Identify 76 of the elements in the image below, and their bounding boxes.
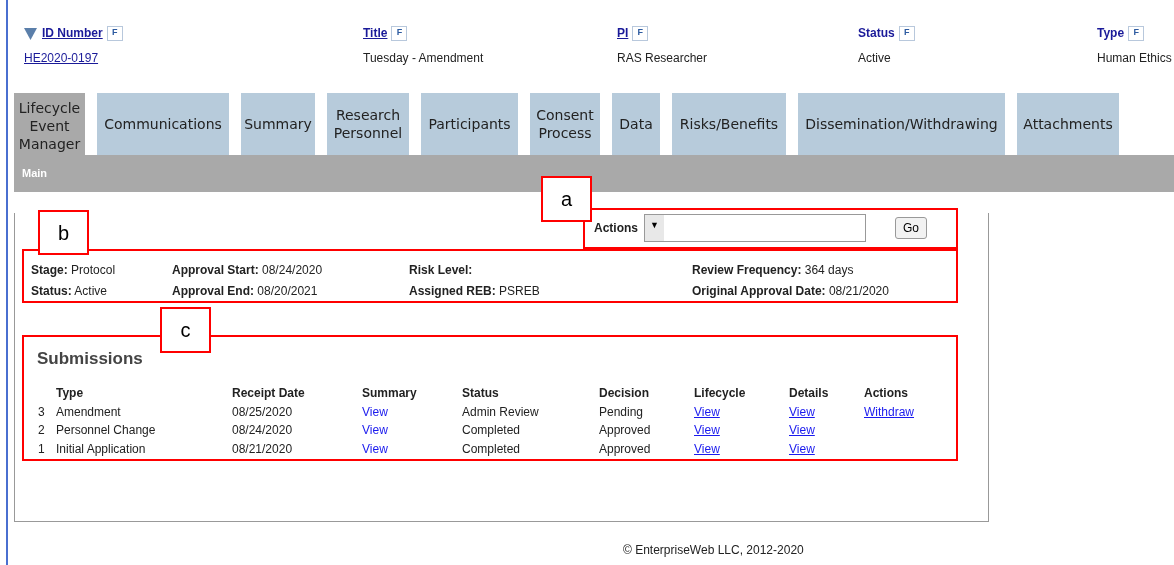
caret-icon: ▼: [645, 215, 664, 241]
column-label: Status: [858, 25, 895, 42]
detail-text: Stage: Protocol: [31, 262, 116, 279]
detail-text: Risk Level:: [409, 262, 473, 279]
detail-text: Approval Start: 08/24/2020: [172, 262, 323, 279]
filter-icon[interactable]: F: [391, 25, 408, 41]
table-cell: Personnel Change: [56, 423, 156, 438]
tab[interactable]: Risks/Benefits: [672, 93, 786, 155]
callout-label: a: [541, 176, 592, 222]
link[interactable]: Withdraw: [864, 404, 914, 419]
table-cell: Admin Review: [462, 404, 539, 419]
actions-dropdown[interactable]: ▼: [644, 214, 866, 242]
field-value: Active: [858, 50, 891, 67]
field-value: RAS Researcher: [617, 50, 708, 67]
tab[interactable]: Data: [612, 93, 660, 155]
column-header: Type: [56, 385, 84, 400]
column-label: Type: [1097, 25, 1125, 42]
filter-icon[interactable]: F: [106, 25, 123, 41]
tab[interactable]: Attachments: [1017, 93, 1119, 155]
column-link[interactable]: ID Number: [42, 24, 103, 42]
tab[interactable]: Lifecycle Event Manager: [14, 93, 85, 155]
filter-icon[interactable]: F: [1128, 25, 1145, 41]
column-header: Decision: [599, 385, 649, 400]
actions-label: Actions: [594, 220, 638, 237]
detail-text: Status: Active: [31, 283, 108, 300]
detail-text: Original Approval Date: 08/21/2020: [692, 283, 889, 300]
detail-text: Assigned REB: PSREB: [409, 283, 540, 300]
column-header: Summary: [362, 385, 417, 400]
column-link[interactable]: Title: [363, 24, 388, 42]
link[interactable]: View: [694, 404, 720, 419]
detail-text: Approval End: 08/20/2021: [172, 283, 318, 300]
sort-triangle-icon[interactable]: [24, 26, 37, 40]
tab[interactable]: Summary: [241, 93, 315, 155]
link[interactable]: View: [789, 404, 815, 419]
filter-icon[interactable]: F: [898, 25, 915, 41]
row-number: 1: [38, 441, 45, 456]
filter-icon[interactable]: F: [632, 25, 649, 41]
link[interactable]: View: [362, 404, 388, 419]
callout-label: c: [160, 307, 211, 353]
callout-label: b: [38, 210, 89, 255]
row-number: 3: [38, 404, 45, 419]
table-cell: Approved: [599, 423, 651, 438]
section-title: Submissions: [37, 348, 143, 370]
tab[interactable]: Communications: [97, 93, 229, 155]
column-link[interactable]: PI: [617, 24, 629, 42]
table-cell: 08/25/2020: [232, 404, 293, 419]
detail-text: Review Frequency: 364 days: [692, 262, 854, 279]
copyright-text: © EnterpriseWeb LLC, 2012-2020: [623, 542, 804, 559]
tab[interactable]: Research Personnel: [327, 93, 409, 155]
tab[interactable]: Dissemination/Withdrawing: [798, 93, 1005, 155]
field-value: Tuesday - Amendment: [363, 50, 484, 67]
table-cell: Completed: [462, 423, 521, 438]
row-number: 2: [38, 423, 45, 438]
link[interactable]: View: [694, 441, 720, 456]
table-cell: Approved: [599, 441, 651, 456]
table-cell: Initial Application: [56, 441, 146, 456]
column-header: Status: [462, 385, 499, 400]
table-cell: 08/24/2020: [232, 423, 293, 438]
link[interactable]: View: [362, 441, 388, 456]
record-link[interactable]: HE2020-0197: [24, 49, 99, 67]
tab[interactable]: Consent Process: [530, 93, 600, 155]
go-button[interactable]: Go: [895, 217, 928, 239]
column-header: Actions: [864, 385, 908, 400]
link[interactable]: View: [694, 423, 720, 438]
column-header: Lifecycle: [694, 385, 746, 400]
link[interactable]: View: [789, 441, 815, 456]
link[interactable]: View: [362, 423, 388, 438]
link[interactable]: View: [789, 423, 815, 438]
column-header: Details: [789, 385, 829, 400]
table-cell: Amendment: [56, 404, 121, 419]
tab[interactable]: Participants: [421, 93, 518, 155]
field-value: Human Ethics: [1097, 50, 1172, 67]
table-cell: 08/21/2020: [232, 441, 293, 456]
table-cell: Pending: [599, 404, 644, 419]
column-header: Receipt Date: [232, 385, 305, 400]
table-cell: Completed: [462, 441, 521, 456]
